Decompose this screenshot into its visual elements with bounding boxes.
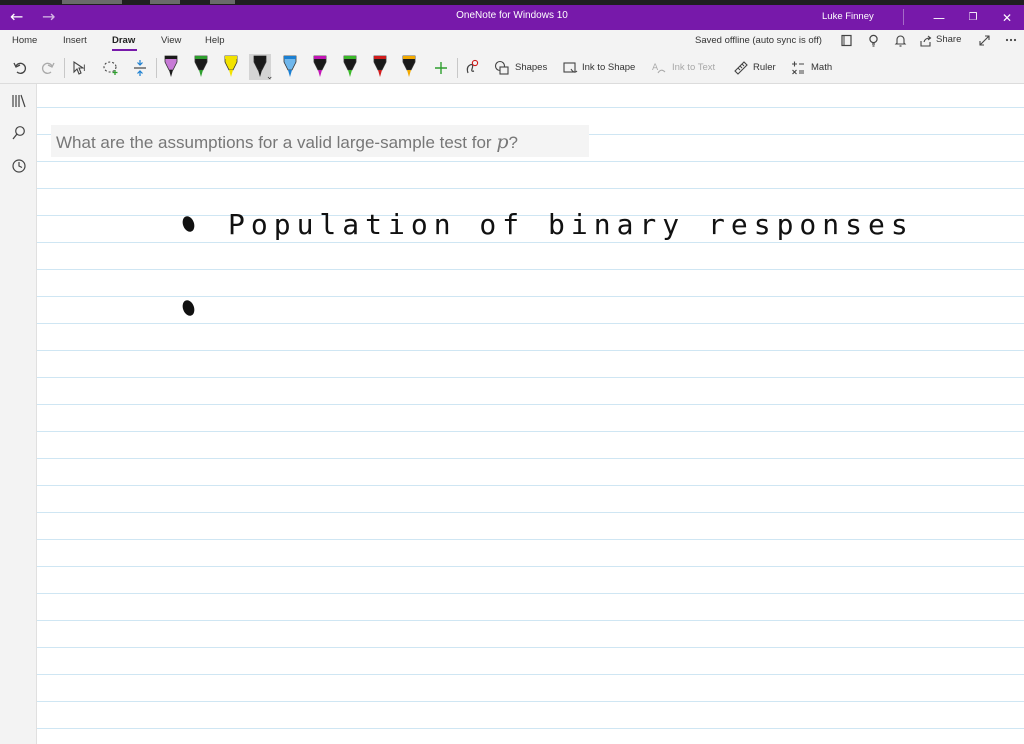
notebook-sync-icon[interactable]: [840, 34, 853, 47]
pen-icon: [164, 55, 178, 77]
ruler-button[interactable]: Ruler: [753, 62, 776, 73]
chevron-down-icon[interactable]: ⌄: [266, 72, 274, 82]
pen-5[interactable]: [279, 54, 301, 80]
pen-1[interactable]: [160, 54, 182, 80]
tab-home[interactable]: Home: [12, 35, 37, 46]
toolbar-separator: [156, 58, 157, 78]
close-icon[interactable]: ✕: [992, 7, 1022, 29]
undo-icon[interactable]: [12, 60, 28, 76]
pen-9[interactable]: [398, 54, 420, 80]
ink-to-text-button: Ink to Text: [672, 62, 716, 73]
pen-2[interactable]: [190, 54, 212, 80]
toolbar-separator: [457, 58, 458, 78]
tab-help[interactable]: Help: [205, 35, 225, 46]
ink-to-shape-button[interactable]: Ink to Shape: [582, 62, 635, 73]
active-tab-indicator: [112, 49, 137, 51]
taskbar-segment: [150, 0, 180, 4]
sync-status: Saved offline (auto sync is off): [695, 35, 822, 46]
pen-icon: [194, 55, 208, 77]
type-select-icon[interactable]: I: [72, 60, 90, 76]
restore-icon[interactable]: ❐: [958, 7, 988, 29]
question-variable: p: [496, 131, 509, 153]
title-divider: [903, 9, 904, 25]
tab-view[interactable]: View: [161, 35, 181, 46]
pen-icon: [283, 55, 297, 77]
pen-icon: [313, 55, 327, 77]
lightbulb-icon[interactable]: [867, 34, 880, 47]
ink-replay-icon[interactable]: [464, 59, 480, 77]
recent-clock-icon[interactable]: [11, 158, 27, 174]
note-page[interactable]: [37, 84, 1024, 744]
minimize-icon[interactable]: —: [924, 7, 954, 29]
svg-text:A: A: [652, 63, 659, 73]
pen-icon: [224, 55, 237, 77]
svg-text:I: I: [83, 64, 86, 74]
lasso-select-icon[interactable]: [102, 60, 120, 76]
share-icon[interactable]: [920, 35, 932, 47]
ink-to-text-icon: A: [652, 63, 666, 74]
pen-7[interactable]: [339, 54, 361, 80]
ruler-icon[interactable]: [733, 60, 749, 76]
pen-3[interactable]: [220, 54, 242, 80]
taskbar-segment: [62, 0, 122, 4]
shapes-icon[interactable]: [494, 60, 510, 76]
tab-insert[interactable]: Insert: [63, 35, 87, 46]
question-mark: ?: [508, 133, 518, 152]
add-space-icon[interactable]: [132, 59, 148, 77]
shapes-button[interactable]: Shapes: [515, 62, 547, 73]
question-text: What are the assumptions for a valid lar…: [56, 131, 518, 153]
navigation-rail: [0, 84, 37, 744]
math-icon[interactable]: [790, 60, 806, 76]
more-options-icon[interactable]: [1005, 34, 1017, 46]
redo-icon[interactable]: [40, 60, 56, 76]
taskbar-segment: [210, 0, 235, 4]
pen-icon: [402, 55, 416, 77]
notebooks-icon[interactable]: [11, 93, 27, 109]
toolbar-separator: [64, 58, 65, 78]
bell-icon[interactable]: [894, 34, 907, 47]
tab-draw[interactable]: Draw: [112, 35, 135, 46]
search-icon[interactable]: [11, 125, 27, 141]
add-pen-icon[interactable]: [433, 60, 449, 76]
question-prefix: What are the assumptions for a valid lar…: [56, 133, 497, 152]
pen-icon: [343, 55, 357, 77]
pen-icon: [373, 55, 386, 77]
pen-4[interactable]: ⌄: [249, 54, 274, 82]
math-button[interactable]: Math: [811, 62, 832, 73]
draw-toolbar: I ⌄ Shapes Ink to Shape A Ink to Text Ru…: [0, 52, 1024, 84]
user-name[interactable]: Luke Finney: [822, 11, 874, 22]
ink-handwriting: Population of binary responses: [228, 208, 914, 241]
pen-6[interactable]: [309, 54, 331, 80]
title-bar: ← → OneNote for Windows 10 Luke Finney —…: [0, 5, 1024, 30]
ink-to-shape-icon[interactable]: [562, 60, 578, 76]
pen-8[interactable]: [369, 54, 391, 80]
share-button[interactable]: Share: [936, 34, 961, 45]
expand-icon[interactable]: [978, 34, 991, 47]
